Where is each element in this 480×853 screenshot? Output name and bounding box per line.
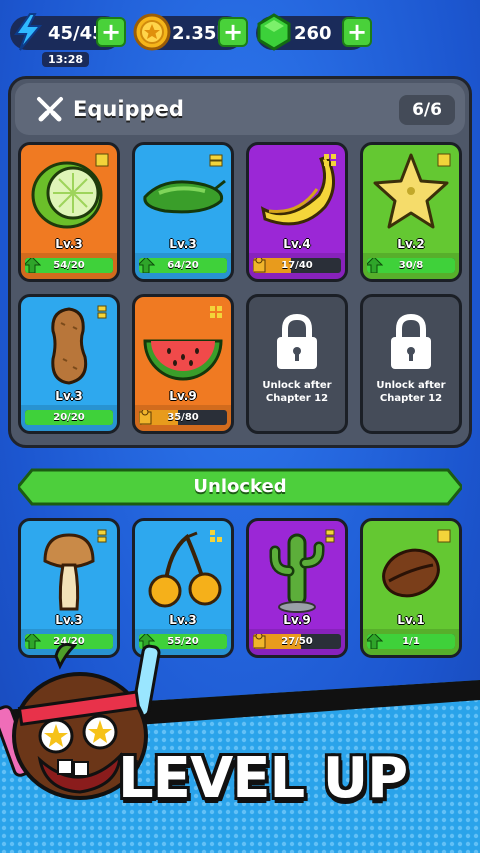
card-cucumber[interactable]: Lv.3 64/20	[132, 142, 234, 282]
slot-icon	[209, 154, 223, 167]
card-level: Lv.3	[55, 389, 83, 403]
card-watermelon[interactable]: Lv.9 35/80	[132, 294, 234, 434]
slot-icon	[210, 306, 222, 318]
lock-icon	[277, 313, 317, 369]
slot-icon	[97, 305, 107, 319]
equipped-count: 6/6	[399, 95, 455, 125]
unlocked-ribbon: Unlocked	[16, 468, 464, 506]
progress-bar: 17/40	[253, 258, 341, 273]
gem-counter[interactable]: 260 +	[256, 13, 372, 51]
card-level: Lv.3	[169, 613, 197, 627]
progress-bar: 64/20	[139, 258, 227, 273]
locked-slot[interactable]: Unlock after Chapter 12	[246, 294, 348, 434]
locked-slot[interactable]: Unlock after Chapter 12	[360, 294, 462, 434]
unlock-requirement: Unlock after Chapter 12	[376, 380, 446, 404]
card-level: Lv.3	[169, 237, 197, 251]
card-peanut[interactable]: Lv.3 20/20	[18, 294, 120, 434]
crossed-swords-icon	[37, 97, 63, 122]
unlock-requirement: Unlock after Chapter 12	[262, 380, 332, 404]
card-level: Lv.9	[169, 389, 197, 403]
progress-bar: 54/20	[25, 258, 113, 273]
add-coins-button[interactable]: +	[218, 17, 248, 47]
add-energy-button[interactable]: +	[96, 17, 126, 47]
level-up-banner: LEVEL UP	[118, 746, 408, 811]
slot-icon	[95, 153, 109, 167]
slot-icon	[437, 529, 451, 543]
card-coffee-bean[interactable]: Lv.1 1/1	[360, 518, 462, 658]
card-banana[interactable]: Lv.4 17/40	[246, 142, 348, 282]
equipped-title: Equipped	[73, 97, 184, 121]
progress-bar: 35/80	[139, 410, 227, 425]
slot-icon	[437, 153, 451, 167]
card-cactus[interactable]: Lv.9 27/50	[246, 518, 348, 658]
currency-bar: 45/45 + 13:28 2.35k + 260 +	[0, 10, 480, 67]
energy-counter[interactable]: 45/45 +	[10, 13, 126, 51]
card-level: Lv.2	[397, 237, 425, 251]
green-gem-icon	[257, 13, 291, 51]
card-starfruit[interactable]: Lv.2 30/8	[360, 142, 462, 282]
add-gems-button[interactable]: +	[342, 17, 372, 47]
card-level: Lv.1	[397, 613, 425, 627]
card-level: Lv.3	[55, 613, 83, 627]
slot-icon	[324, 154, 336, 166]
card-level: Lv.9	[283, 613, 311, 627]
lock-icon	[391, 313, 431, 369]
slot-icon	[97, 529, 107, 543]
slot-icon	[210, 530, 222, 542]
unlocked-title: Unlocked	[193, 476, 287, 497]
card-lime[interactable]: Lv.3 54/20	[18, 142, 120, 282]
progress-bar: 20/20	[25, 410, 113, 425]
card-level: Lv.3	[55, 237, 83, 251]
coin-counter[interactable]: 2.35k +	[133, 13, 248, 51]
progress-bar: 30/8	[367, 258, 455, 273]
slot-icon	[325, 529, 335, 543]
card-level: Lv.4	[283, 237, 311, 251]
coin-icon	[133, 13, 171, 51]
energy-timer: 13:28	[42, 52, 90, 67]
lightning-icon	[14, 13, 43, 51]
equipped-header: Equipped 6/6	[15, 83, 465, 135]
